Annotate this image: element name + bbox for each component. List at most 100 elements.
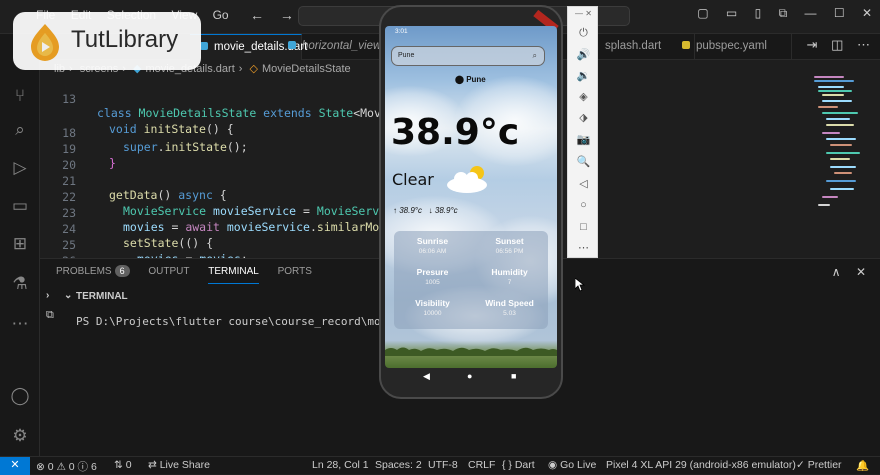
maximize-panel-icon[interactable]: ∧ (832, 265, 841, 279)
breadcrumb-class[interactable]: MovieDetailsState (262, 63, 351, 75)
recents-nav-button[interactable]: ■ (511, 371, 516, 381)
sidebar-toggle-icon[interactable]: ▯ (755, 6, 762, 20)
ports-status[interactable]: ⇅ 0 (114, 459, 132, 471)
status-bar: ✕ ⊗ 0 ⚠ 0 ⓘ 6 ⇅ 0 ⇄ Live Share Ln 28, Co… (0, 456, 880, 475)
emulator-window-controls[interactable]: — ✕ (568, 9, 599, 18)
run-debug-icon[interactable]: ▷ (8, 156, 32, 180)
more-icon[interactable]: ⋯ (8, 312, 32, 336)
maximize-button[interactable]: ☐ (834, 6, 845, 20)
code-line: 26 }); (40, 240, 144, 282)
code-line: 18 super.initState(); (40, 112, 248, 154)
weather-details-card: Sunrise 06:06 AM Sunset 06:56 PM Presure 10… (394, 231, 548, 329)
close-window-button[interactable]: ✕ (862, 6, 872, 20)
forward-arrow-icon[interactable]: → (280, 7, 294, 23)
close-panel-icon[interactable]: ✕ (856, 265, 866, 279)
tab-output[interactable]: OUTPUT (148, 266, 189, 283)
partly-cloudy-icon (447, 166, 487, 193)
minimap[interactable] (812, 74, 868, 254)
prettier-status[interactable]: ✓ Prettier (796, 459, 842, 471)
max-temp: ↑ 38.9°c (393, 206, 422, 215)
encoding-status[interactable]: UTF-8 (428, 459, 458, 471)
code-line: 24 setState(() { (40, 208, 213, 250)
search-icon[interactable]: ⌕ (8, 118, 32, 142)
code-line: 21 getData() async { (40, 160, 227, 202)
back-nav-button[interactable]: ◀ (423, 371, 430, 382)
pressure-cell: Presure 1005 (416, 267, 449, 286)
settings-gear-icon[interactable]: ⚙ (8, 424, 32, 448)
split-editor-icon[interactable]: ◫ (831, 37, 843, 52)
new-terminal-icon[interactable]: ⧉ (46, 309, 54, 322)
code-line: 18 void initState() { (109, 122, 234, 136)
live-share-status[interactable]: ⇄ Live Share (148, 459, 210, 471)
account-icon[interactable]: ◯ (8, 384, 32, 408)
extensions-icon[interactable]: ⊞ (8, 232, 32, 256)
go-live-status[interactable]: ◉ Go Live (548, 459, 596, 471)
back-icon[interactable]: ◁ (568, 177, 599, 190)
minimize-button[interactable]: — (804, 6, 816, 20)
source-control-icon[interactable]: ⑂ (8, 84, 32, 108)
menu-go[interactable]: Go (213, 8, 229, 22)
layout-toggle-icon[interactable]: ▢ (697, 6, 708, 20)
city-search-input[interactable]: Pune ⌕ (391, 46, 545, 66)
treeline-graphic (385, 347, 557, 356)
tab-problems[interactable]: PROBLEMS 6 (56, 265, 130, 283)
window-controls: ▢ ▭ ▯ ⧉ — ☐ ✕ (683, 6, 872, 21)
language-mode[interactable]: { } Dart (502, 459, 535, 471)
indentation-status[interactable]: Spaces: 2 (375, 459, 422, 471)
cursor-position[interactable]: Ln 28, Col 1 (312, 459, 369, 471)
wind-speed-cell: Wind Speed 5.03 (485, 298, 534, 317)
remote-explorer-icon[interactable]: ▭ (8, 194, 32, 218)
volume-up-icon[interactable]: 🔊 (568, 48, 599, 61)
home-icon[interactable]: ○ (568, 199, 599, 211)
terminal-section-label: TERMINAL (76, 291, 128, 302)
problems-status[interactable]: ⊗ 0 ⚠ 0 ⓘ 6 (36, 459, 97, 474)
search-icon[interactable]: ⌕ (533, 51, 537, 61)
phone-status-line: 3:01 (395, 28, 408, 35)
panel-toggle-icon[interactable]: ▭ (726, 6, 737, 20)
editor-actions: ⇥ ◫ ⋯ (797, 37, 870, 53)
code-line: 25 movies = movies; (40, 224, 248, 266)
code-line: 20 (40, 144, 76, 172)
code-line: 23 movies = await movieService.similarMo… (40, 192, 407, 234)
notifications-bell-icon[interactable]: 🔔 (856, 459, 869, 472)
testing-icon[interactable]: ⚗ (8, 272, 32, 296)
weather-condition: Clear (392, 170, 434, 189)
eol-status[interactable]: CRLF (468, 459, 495, 471)
tab-pubspec[interactable]: pubspec.yaml (672, 34, 792, 60)
location-pin-icon: ⬤ (455, 75, 464, 84)
power-icon[interactable]: ⏻ (568, 27, 599, 40)
customize-layout-icon[interactable]: ⧉ (779, 6, 788, 20)
code-line: 13 class MovieDetailsState extends State… (40, 78, 408, 120)
back-arrow-icon[interactable]: ← (250, 7, 264, 23)
rotate-right-icon[interactable]: ⬗ (568, 111, 599, 124)
remote-indicator[interactable]: ✕ (0, 457, 30, 475)
logo-text: TutLibrary (71, 26, 179, 53)
screenshot-icon[interactable]: 📷 (568, 133, 599, 146)
more-options-icon[interactable]: ⋯ (568, 241, 599, 254)
weather-app-screen: 3:01 Pune ⌕ ⬤ Pune 38.9°c Clear ↑ 38.9°c… (385, 26, 557, 368)
flutter-device[interactable]: Pixel 4 XL API 29 (android-x86 emulator) (606, 459, 796, 471)
visibility-cell: Visibility 10000 (415, 298, 450, 317)
zoom-icon[interactable]: 🔍 (568, 155, 599, 168)
tab-label: splash.dart (605, 40, 662, 52)
rotate-left-icon[interactable]: ◈ (568, 90, 599, 103)
open-changes-icon[interactable]: ⇥ (807, 37, 818, 52)
tab-terminal[interactable]: TERMINAL (208, 266, 259, 284)
more-actions-icon[interactable]: ⋯ (857, 37, 870, 52)
home-nav-button[interactable]: ● (467, 371, 472, 381)
terminal-prompt[interactable]: PS D:\Projects\flutter course\course_rec… (76, 315, 414, 328)
collapse-chevron-icon[interactable]: › (46, 290, 49, 301)
tab-ports[interactable]: PORTS (278, 266, 312, 283)
problems-count-badge: 6 (114, 265, 130, 277)
android-nav-bar: ◀ ● ■ (385, 368, 557, 388)
tab-horizontal-view[interactable]: horizontal_view_ (278, 34, 388, 60)
location-label: ⬤ Pune (455, 75, 486, 84)
tab-label: horizontal_view_ (302, 40, 388, 52)
emulator-toolbar: — ✕ ⏻ 🔊 🔉 ◈ ⬗ 📷 🔍 ◁ ○ □ ⋯ (567, 6, 598, 258)
volume-down-icon[interactable]: 🔉 (568, 69, 599, 82)
sunrise-cell: Sunrise 06:06 AM (416, 236, 449, 255)
activity-bar: ⑂ ⌕ ▷ ▭ ⊞ ⚗ ⋯ ◯ ⚙ (0, 34, 40, 456)
overview-icon[interactable]: □ (568, 221, 599, 233)
temperature: 38.9°c (391, 112, 520, 153)
panel-controls: ∧ ✕ (820, 265, 866, 279)
